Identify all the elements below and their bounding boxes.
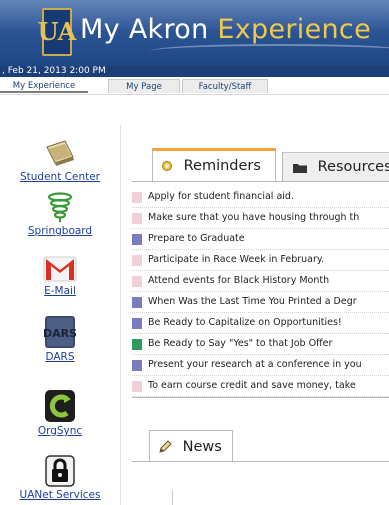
datetime-bar: , Feb 21, 2013 2:00 PM	[0, 66, 389, 77]
datetime-text: , Feb 21, 2013 2:00 PM	[2, 66, 106, 76]
tab-my-experience[interactable]: My Experience	[0, 79, 88, 93]
news-label: News	[182, 439, 222, 455]
sidebar-item-student-center[interactable]: Student Center	[0, 139, 120, 183]
sidebar-item-dars[interactable]: DARS DARS	[0, 315, 120, 363]
sidebar-item-springboard[interactable]: Springboard	[0, 191, 120, 237]
list-item[interactable]: Prepare to Graduate	[132, 229, 389, 250]
reminder-text: Attend events for Black History Month	[148, 275, 330, 286]
title-part-2: Experience	[217, 14, 371, 45]
sidebar-item-label: Student Center	[19, 171, 100, 183]
reminder-text: Prepare to Graduate	[148, 233, 245, 244]
reminder-text: Make sure that you have housing through …	[148, 212, 360, 223]
sidebar-divider	[120, 125, 121, 505]
priority-marker	[132, 381, 142, 392]
gear-icon	[162, 161, 172, 171]
logo-text: UA	[37, 17, 77, 46]
tab-reminders[interactable]: Reminders	[152, 148, 276, 182]
priority-marker	[132, 255, 142, 266]
list-item[interactable]: To earn course credit and save money, ta…	[132, 376, 389, 397]
priority-marker	[132, 213, 142, 224]
priority-marker	[132, 360, 142, 371]
priority-marker	[132, 297, 142, 308]
reminders-bottom-border	[132, 397, 389, 398]
nav-tabs: My Experience My Page Faculty/Staff	[0, 77, 389, 95]
sidebar-item-orgsync[interactable]: OrgSync	[0, 389, 120, 437]
gmail-icon	[43, 256, 77, 282]
springboard-icon	[47, 192, 73, 222]
tab-reminders-label: Reminders	[183, 158, 261, 174]
sidebar-item-email[interactable]: E-Mail	[0, 255, 120, 297]
list-item[interactable]: Be Ready to Say "Yes" to that Job Offer	[132, 334, 389, 355]
reminders-list: Apply for student financial aid. Make su…	[132, 187, 389, 397]
dars-icon: DARS	[44, 316, 76, 348]
reminder-text: Participate in Race Week in February.	[148, 254, 325, 265]
priority-marker	[132, 339, 142, 350]
lock-icon	[45, 455, 75, 487]
svg-text:DARS: DARS	[44, 327, 76, 340]
tab-faculty-staff[interactable]: Faculty/Staff	[182, 79, 268, 93]
app-header: UA My Akron Experience	[0, 0, 389, 66]
reminder-text: Present your research at a conference in…	[148, 359, 362, 370]
list-item[interactable]: Present your research at a conference in…	[132, 355, 389, 376]
list-item[interactable]: Make sure that you have housing through …	[132, 208, 389, 229]
tab-news[interactable]: News	[149, 430, 233, 462]
panel-tabs: Reminders Resources	[132, 148, 389, 182]
student-center-icon	[46, 140, 74, 166]
sidebar-item-label: UANet Services	[19, 489, 101, 501]
reminder-text: To earn course credit and save money, ta…	[148, 380, 356, 391]
tab-resources[interactable]: Resources	[282, 152, 389, 182]
list-item[interactable]: Participate in Race Week in February.	[132, 250, 389, 271]
news-content-divider	[172, 490, 173, 505]
list-item[interactable]: When Was the Last Time You Printed a Deg…	[132, 292, 389, 313]
news-tab-underline	[132, 461, 389, 462]
sidebar-item-label: E-Mail	[44, 285, 76, 297]
panel-tab-underline	[132, 181, 389, 182]
reminder-text: Be Ready to Capitalize on Opportunities!	[148, 317, 342, 328]
orgsync-icon	[45, 390, 75, 422]
sidebar-item-label: Springboard	[27, 225, 93, 237]
header-swoosh	[150, 44, 389, 58]
sidebar-item-label: DARS	[45, 351, 75, 363]
priority-marker	[132, 234, 142, 245]
priority-marker	[132, 192, 142, 203]
pencil-icon	[159, 440, 172, 453]
priority-marker	[132, 276, 142, 287]
university-logo[interactable]: UA	[38, 8, 76, 56]
reminder-text: When Was the Last Time You Printed a Deg…	[148, 296, 357, 307]
reminder-text: Apply for student financial aid.	[148, 191, 294, 202]
folder-icon	[293, 163, 307, 173]
sidebar-item-uanet-services[interactable]: UANet Services	[0, 455, 120, 501]
tab-resources-label: Resources	[317, 159, 389, 175]
list-item[interactable]: Apply for student financial aid.	[132, 187, 389, 208]
reminder-text: Be Ready to Say "Yes" to that Job Offer	[148, 338, 333, 349]
page-title: My Akron Experience	[80, 14, 371, 45]
sidebar-item-label: OrgSync	[37, 425, 83, 437]
sidebar: Student Center Springboard E-Mail DARS D…	[0, 95, 120, 505]
tab-my-page[interactable]: My Page	[108, 79, 180, 93]
title-part-1: My Akron	[80, 14, 209, 45]
priority-marker	[132, 318, 142, 329]
list-item[interactable]: Attend events for Black History Month	[132, 271, 389, 292]
list-item[interactable]: Be Ready to Capitalize on Opportunities!	[132, 313, 389, 334]
